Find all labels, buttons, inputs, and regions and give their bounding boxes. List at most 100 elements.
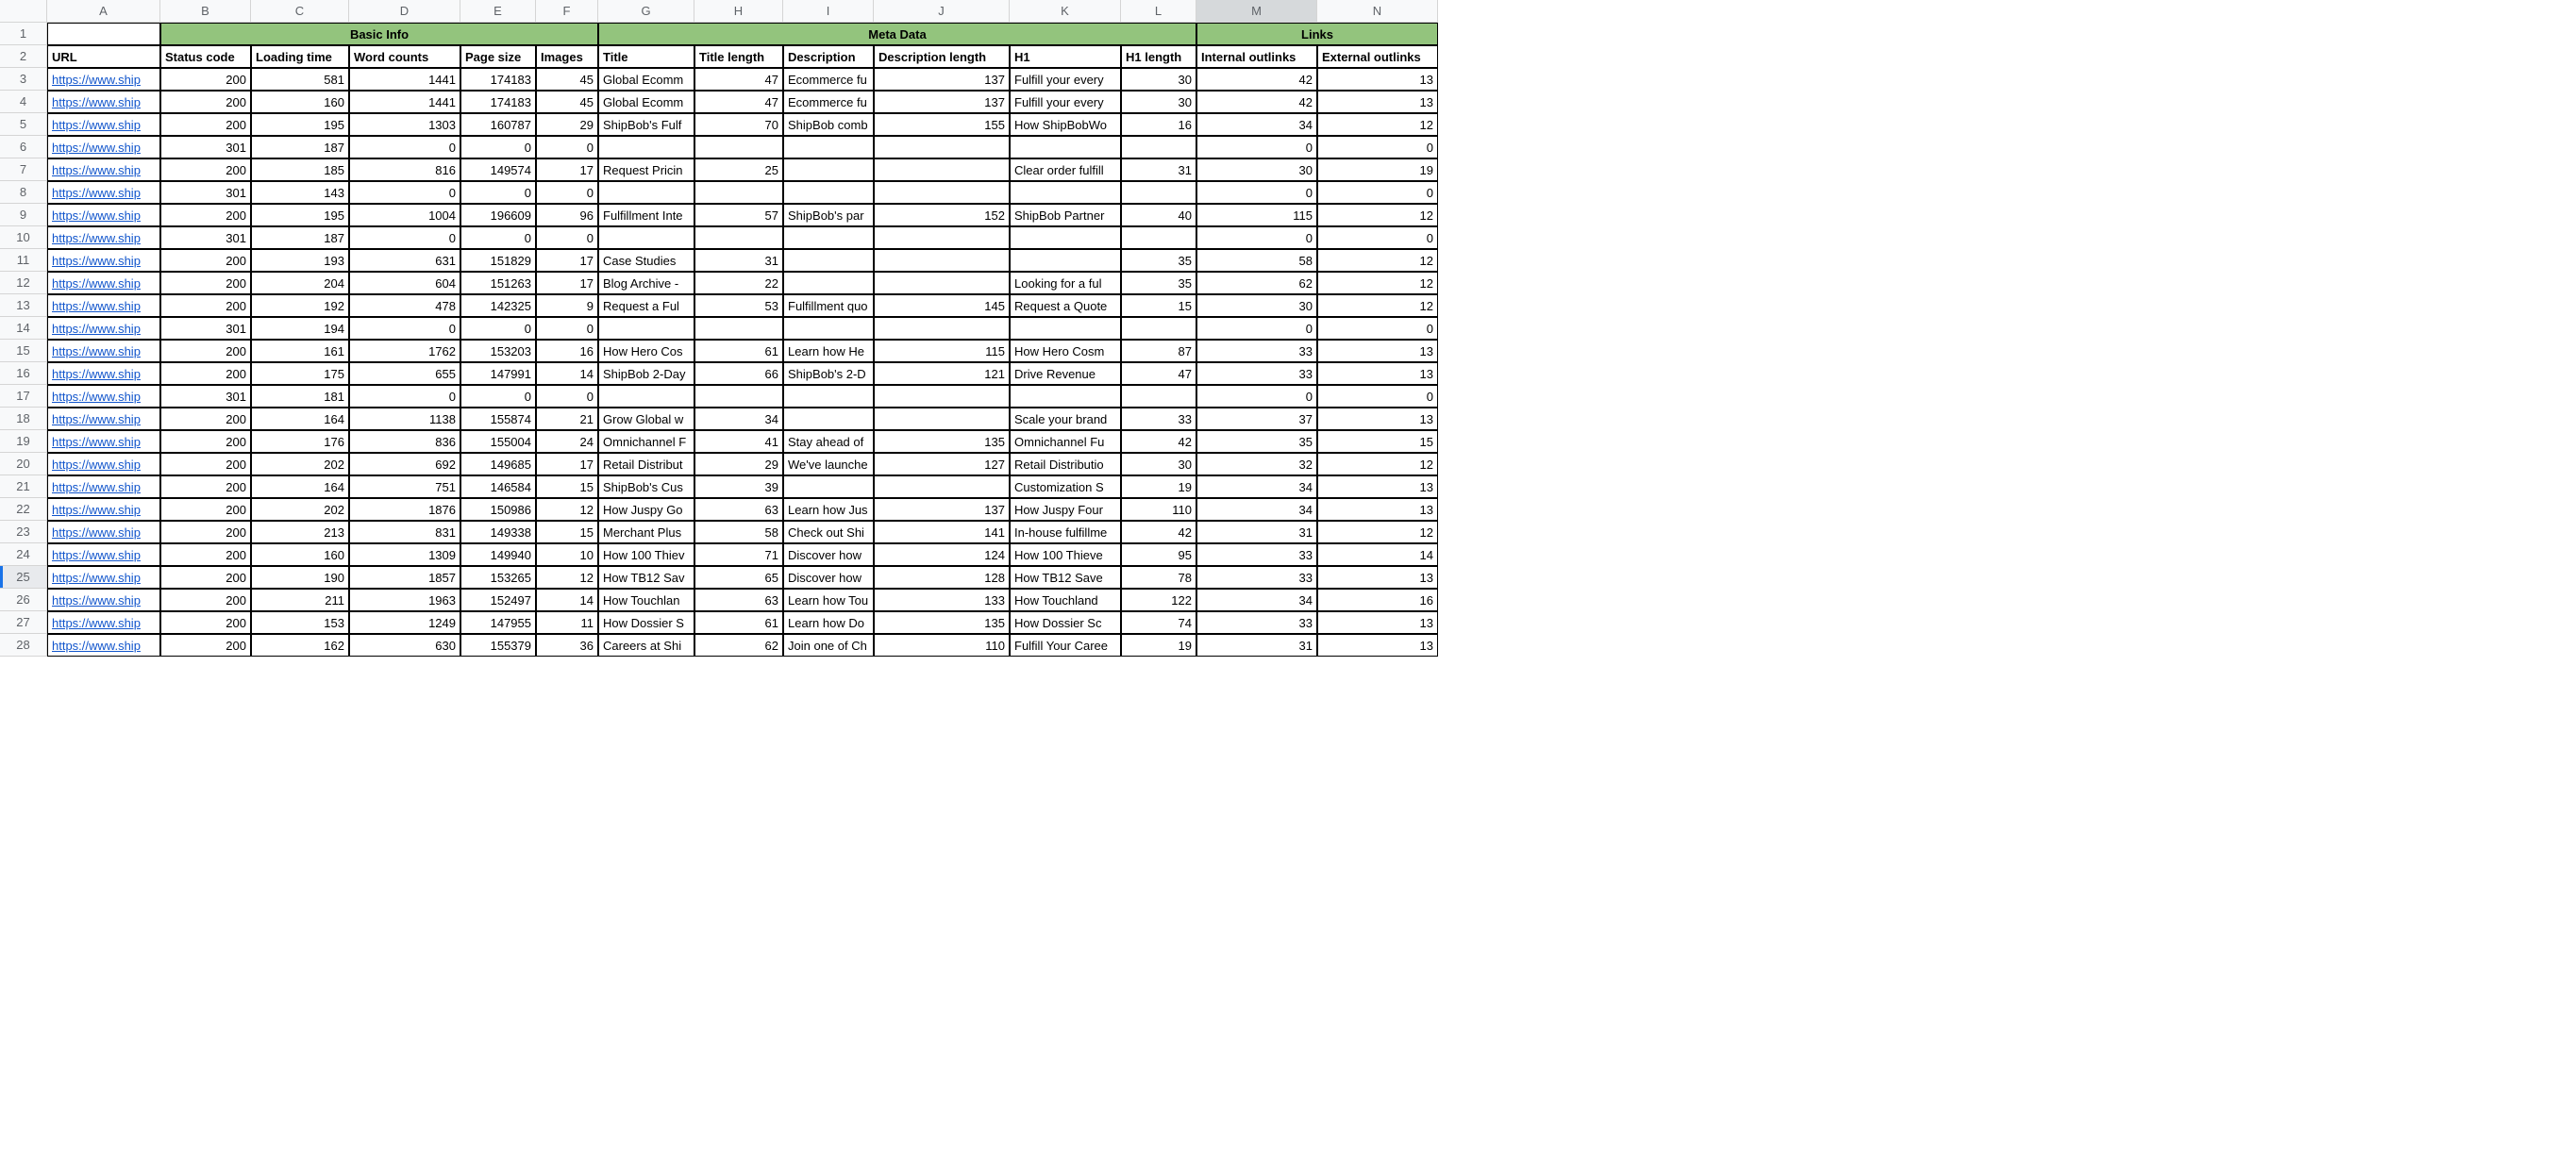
- header-E[interactable]: Page size: [460, 45, 536, 68]
- cell-A6[interactable]: https://www.ship: [47, 136, 160, 158]
- cell-D9[interactable]: 1004: [349, 204, 460, 226]
- cell-I10[interactable]: [783, 226, 874, 249]
- cell-C18[interactable]: 164: [251, 408, 349, 430]
- cell-C24[interactable]: 160: [251, 543, 349, 566]
- cell-N17[interactable]: 0: [1317, 385, 1438, 408]
- cell-A23[interactable]: https://www.ship: [47, 521, 160, 543]
- cell-E4[interactable]: 174183: [460, 91, 536, 113]
- cell-N7[interactable]: 19: [1317, 158, 1438, 181]
- header-J[interactable]: Description length: [874, 45, 1010, 68]
- cell-F10[interactable]: 0: [536, 226, 598, 249]
- cell-M21[interactable]: 34: [1196, 475, 1317, 498]
- cell-M11[interactable]: 58: [1196, 249, 1317, 272]
- cell-G28[interactable]: Careers at Shi: [598, 634, 694, 657]
- url-link[interactable]: https://www.ship: [52, 118, 141, 132]
- cell-C8[interactable]: 143: [251, 181, 349, 204]
- cell-D22[interactable]: 1876: [349, 498, 460, 521]
- column-header-I[interactable]: I: [783, 0, 874, 23]
- cell-L23[interactable]: 42: [1121, 521, 1196, 543]
- row-header-14[interactable]: 14: [0, 317, 47, 340]
- cell-F28[interactable]: 36: [536, 634, 598, 657]
- cell-B5[interactable]: 200: [160, 113, 251, 136]
- row-header-21[interactable]: 21: [0, 475, 47, 498]
- cell-C12[interactable]: 204: [251, 272, 349, 294]
- cell-C13[interactable]: 192: [251, 294, 349, 317]
- cell-G18[interactable]: Grow Global w: [598, 408, 694, 430]
- cell-H24[interactable]: 71: [694, 543, 783, 566]
- url-link[interactable]: https://www.ship: [52, 390, 141, 404]
- cell-B24[interactable]: 200: [160, 543, 251, 566]
- url-link[interactable]: https://www.ship: [52, 322, 141, 336]
- cell-E14[interactable]: 0: [460, 317, 536, 340]
- cell-B3[interactable]: 200: [160, 68, 251, 91]
- cell-C21[interactable]: 164: [251, 475, 349, 498]
- cell-N4[interactable]: 13: [1317, 91, 1438, 113]
- cell-H19[interactable]: 41: [694, 430, 783, 453]
- url-link[interactable]: https://www.ship: [52, 571, 141, 585]
- cell-J7[interactable]: [874, 158, 1010, 181]
- cell-I17[interactable]: [783, 385, 874, 408]
- cell-N28[interactable]: 13: [1317, 634, 1438, 657]
- cell-L19[interactable]: 42: [1121, 430, 1196, 453]
- cell-A19[interactable]: https://www.ship: [47, 430, 160, 453]
- cell-E16[interactable]: 147991: [460, 362, 536, 385]
- cell-H11[interactable]: 31: [694, 249, 783, 272]
- cell-N26[interactable]: 16: [1317, 589, 1438, 611]
- cell-I8[interactable]: [783, 181, 874, 204]
- url-link[interactable]: https://www.ship: [52, 503, 141, 517]
- cell-F22[interactable]: 12: [536, 498, 598, 521]
- cell-K18[interactable]: Scale your brand: [1010, 408, 1121, 430]
- cell-L11[interactable]: 35: [1121, 249, 1196, 272]
- row-header-7[interactable]: 7: [0, 158, 47, 181]
- cell-F14[interactable]: 0: [536, 317, 598, 340]
- cell-F12[interactable]: 17: [536, 272, 598, 294]
- cell-G17[interactable]: [598, 385, 694, 408]
- cell-J16[interactable]: 121: [874, 362, 1010, 385]
- cell-H10[interactable]: [694, 226, 783, 249]
- header-H[interactable]: Title length: [694, 45, 783, 68]
- cell-K3[interactable]: Fulfill your every: [1010, 68, 1121, 91]
- cell-J5[interactable]: 155: [874, 113, 1010, 136]
- cell-L10[interactable]: [1121, 226, 1196, 249]
- cell-I18[interactable]: [783, 408, 874, 430]
- cell-A14[interactable]: https://www.ship: [47, 317, 160, 340]
- url-link[interactable]: https://www.ship: [52, 254, 141, 268]
- cell-H12[interactable]: 22: [694, 272, 783, 294]
- cell-A7[interactable]: https://www.ship: [47, 158, 160, 181]
- url-link[interactable]: https://www.ship: [52, 367, 141, 381]
- cell-B23[interactable]: 200: [160, 521, 251, 543]
- cell-I11[interactable]: [783, 249, 874, 272]
- cell-B15[interactable]: 200: [160, 340, 251, 362]
- column-header-E[interactable]: E: [460, 0, 536, 23]
- cell-D13[interactable]: 478: [349, 294, 460, 317]
- cell-M24[interactable]: 33: [1196, 543, 1317, 566]
- cell-B27[interactable]: 200: [160, 611, 251, 634]
- cell-M22[interactable]: 34: [1196, 498, 1317, 521]
- cell-A21[interactable]: https://www.ship: [47, 475, 160, 498]
- cell-M20[interactable]: 32: [1196, 453, 1317, 475]
- cell-E5[interactable]: 160787: [460, 113, 536, 136]
- cell-H26[interactable]: 63: [694, 589, 783, 611]
- cell-D17[interactable]: 0: [349, 385, 460, 408]
- row-header-3[interactable]: 3: [0, 68, 47, 91]
- cell-D7[interactable]: 816: [349, 158, 460, 181]
- cell-B16[interactable]: 200: [160, 362, 251, 385]
- cell-E13[interactable]: 142325: [460, 294, 536, 317]
- cell-G5[interactable]: ShipBob's Fulf: [598, 113, 694, 136]
- cell-D15[interactable]: 1762: [349, 340, 460, 362]
- column-header-C[interactable]: C: [251, 0, 349, 23]
- url-link[interactable]: https://www.ship: [52, 276, 141, 291]
- cell-G7[interactable]: Request Pricin: [598, 158, 694, 181]
- row-header-25[interactable]: 25: [0, 566, 47, 589]
- row-header-24[interactable]: 24: [0, 543, 47, 566]
- url-link[interactable]: https://www.ship: [52, 435, 141, 449]
- cell-J3[interactable]: 137: [874, 68, 1010, 91]
- cell-K4[interactable]: Fulfill your every: [1010, 91, 1121, 113]
- cell-J12[interactable]: [874, 272, 1010, 294]
- cell-B13[interactable]: 200: [160, 294, 251, 317]
- cell-D16[interactable]: 655: [349, 362, 460, 385]
- cell-H13[interactable]: 53: [694, 294, 783, 317]
- cell-F7[interactable]: 17: [536, 158, 598, 181]
- cell-H17[interactable]: [694, 385, 783, 408]
- cell-C9[interactable]: 195: [251, 204, 349, 226]
